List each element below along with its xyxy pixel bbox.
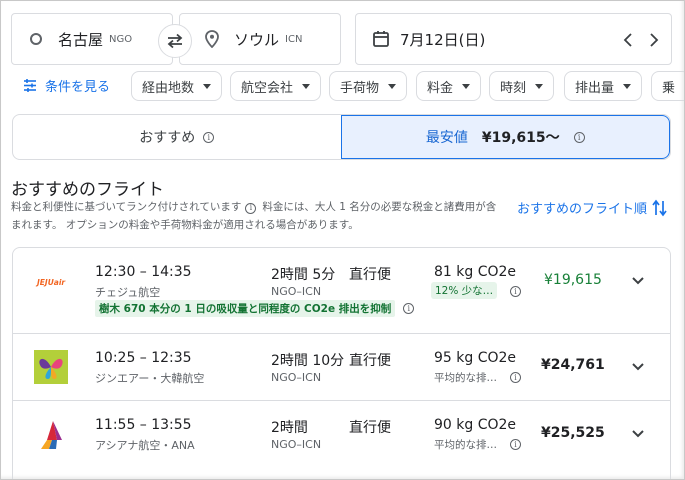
co2-emissions: 81 kg CO2e [434, 264, 517, 280]
caret-down-icon [203, 83, 212, 89]
filter-bar: 条件を見る 経由地数 航空会社 手荷物 料金 時刻 排出量 乗 [1, 71, 684, 101]
flight-results-list: JEJUair 12:30 – 14:35 チェジュ航空 2時間 5分 NGO–… [12, 247, 671, 479]
flight-price: ¥25,525 [541, 425, 605, 441]
all-filters-label: 条件を見る [45, 80, 111, 95]
flight-stops: 直行便 [349, 353, 391, 369]
flight-times: 11:55 – 13:55 [95, 417, 192, 433]
departure-date: 7月12日(日) [400, 30, 486, 49]
expand-chevron-icon[interactable] [631, 274, 645, 288]
tab-cheapest-label: 最安値 [425, 130, 468, 146]
co2-emissions: 90 kg CO2e [434, 417, 517, 433]
sort-arrows-icon [652, 199, 667, 216]
airline-name: ジンエアー・大韓航空 [95, 372, 205, 385]
filter-chip-emissions[interactable]: 排出量 [564, 71, 643, 101]
previous-date-button[interactable] [623, 14, 633, 66]
co2-emissions: 95 kg CO2e [434, 350, 517, 366]
flight-price: ¥24,761 [541, 357, 605, 373]
next-date-button[interactable] [649, 14, 659, 66]
section-title: おすすめのフライト [11, 180, 164, 200]
chip-label: 排出量 [575, 80, 615, 96]
chip-label: 航空会社 [241, 80, 294, 96]
chevron-right-icon [650, 33, 659, 47]
tree-note: 樹木 670 本分の 1 日の吸収量と同程度の CO2e 排出を抑制 [95, 300, 396, 317]
flight-duration: 2時間 [271, 420, 308, 436]
filter-chip-bags[interactable]: 手荷物 [329, 71, 408, 101]
filter-chip-connecting[interactable]: 乗 [651, 71, 684, 101]
flight-duration: 2時間 10分 [271, 353, 345, 369]
chip-label: 手荷物 [340, 80, 380, 96]
expand-chevron-icon[interactable] [631, 427, 645, 441]
chip-label: 料金 [427, 80, 454, 96]
section-description: 料金と利便性に基づいてランク付けされています i 料金には、大人 1 名分の必要な税… [11, 198, 503, 234]
cheapest-price: ¥19,615～ [481, 130, 560, 146]
calendar-icon [373, 31, 389, 47]
tab-cheapest[interactable]: 最安値 ¥19,615～ i [340, 115, 670, 159]
location-pin-icon [205, 30, 219, 48]
sort-tabs: おすすめ i 最安値 ¥19,615～ i [12, 114, 671, 160]
chevron-left-icon [623, 33, 632, 47]
filter-chip-stops[interactable]: 経由地数 [131, 71, 223, 101]
flight-route: NGO–ICN [271, 371, 322, 384]
flight-search-page: 名古屋 NGO ソウル ICN 7月12日(日) 条件を見る 経由地数 航空会社… [0, 0, 685, 480]
caret-down-icon [462, 83, 471, 89]
origin-code: NGO [109, 33, 133, 45]
flight-stops: 直行便 [349, 420, 391, 436]
jejuair-logo-icon: JEJUair [35, 278, 66, 287]
co2-info-icon[interactable]: i [510, 286, 521, 297]
airline-name: チェジュ航空 [95, 286, 161, 299]
destination-code: ICN [285, 33, 303, 45]
filter-chip-airlines[interactable]: 航空会社 [230, 71, 322, 101]
co2-comparison-badge: 12% 少な… [431, 282, 498, 299]
airline-name: アシアナ航空・ANA [95, 439, 195, 452]
svg-text:JEJUair: JEJUair [35, 278, 66, 287]
co2-info-icon[interactable]: i [510, 372, 521, 383]
ranking-info-icon[interactable]: i [245, 202, 257, 214]
filter-sliders-icon [24, 79, 36, 92]
chip-label: 経由地数 [142, 80, 195, 96]
co2-comparison-label: 12% 少な… [435, 285, 494, 297]
co2-comparison-label: 平均的な排… [434, 372, 497, 384]
destination-field[interactable]: ソウル ICN [179, 13, 341, 65]
ranking-note: 料金と利便性に基づいてランク付けされています [11, 201, 242, 213]
caret-down-icon [302, 83, 311, 89]
flight-row[interactable]: 11:55 – 13:55 アシアナ航空・ANA 2時間 NGO–ICN 直行便… [13, 401, 670, 471]
chip-label: 時刻 [500, 80, 527, 96]
filter-chip-price[interactable]: 料金 [416, 71, 482, 101]
flight-row[interactable]: JEJUair 12:30 – 14:35 チェジュ航空 2時間 5分 NGO–… [13, 248, 670, 334]
flight-duration: 2時間 5分 [271, 267, 336, 283]
origin-circle-icon [30, 33, 42, 45]
sort-order-label: おすすめのフライト順 [517, 202, 648, 217]
flight-row[interactable]: 10:25 – 12:35 ジンエアー・大韓航空 2時間 10分 NGO–ICN… [13, 334, 670, 401]
sort-order-button[interactable]: おすすめのフライト順 [517, 198, 668, 217]
filter-chip-times[interactable]: 時刻 [489, 71, 555, 101]
asiana-logo-icon [41, 421, 62, 449]
flight-route: NGO–ICN [271, 438, 322, 451]
flight-times: 12:30 – 14:35 [95, 264, 192, 280]
chip-label: 乗 [662, 80, 676, 96]
tree-info-icon[interactable]: i [403, 303, 415, 314]
jinair-logo-icon [34, 350, 68, 384]
flight-stops: 直行便 [349, 267, 391, 283]
swap-button[interactable] [158, 24, 192, 58]
tab-recommended-label: おすすめ [139, 130, 196, 146]
co2-info-icon[interactable]: i [510, 439, 521, 450]
caret-down-icon [388, 83, 397, 89]
co2-comparison-label: 平均的な排… [434, 439, 497, 451]
flight-route: NGO–ICN [271, 285, 322, 298]
departure-date-field[interactable]: 7月12日(日) [355, 13, 672, 65]
flight-times: 10:25 – 12:35 [95, 350, 192, 366]
caret-down-icon [535, 83, 544, 89]
info-icon[interactable]: i [203, 131, 215, 143]
destination-city: ソウル [234, 30, 280, 49]
info-icon[interactable]: i [573, 131, 585, 143]
origin-field[interactable]: 名古屋 NGO [11, 13, 173, 65]
expand-chevron-icon[interactable] [631, 360, 645, 374]
flight-price: ¥19,615 [544, 272, 602, 288]
all-filters-button[interactable]: 条件を見る [23, 76, 110, 95]
tab-recommended[interactable]: おすすめ i [13, 115, 341, 159]
swap-arrows-icon [167, 33, 183, 49]
origin-city: 名古屋 [58, 30, 104, 49]
emissions-savings-note: 樹木 670 本分の 1 日の吸収量と同程度の CO2e 排出を抑制 i [95, 300, 415, 317]
caret-down-icon [623, 83, 632, 89]
